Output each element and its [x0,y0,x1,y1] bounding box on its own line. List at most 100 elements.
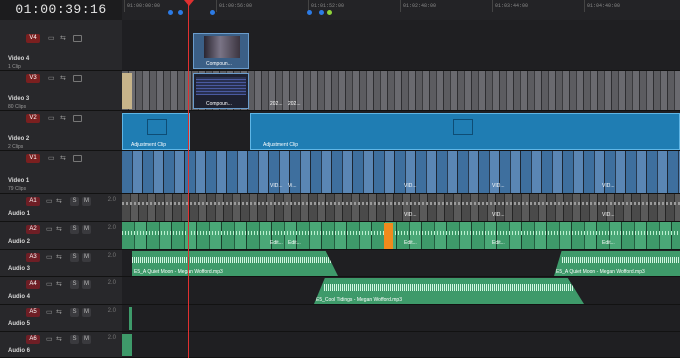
waveform [132,257,332,263]
track-badge[interactable]: A4 [26,280,40,289]
track-badge[interactable]: A5 [26,308,40,317]
lane-audio-1[interactable]: VID... VID... VID... [122,194,680,222]
timeline-marker-blue[interactable] [319,10,324,15]
track-badge[interactable]: V4 [26,34,40,43]
track-badge[interactable]: V2 [26,114,40,123]
solo-button[interactable]: S [70,335,79,344]
track-badge[interactable]: V1 [26,154,40,163]
track-header-video-3[interactable]: V3 ▭ ⇆ Video 3 80 Clips [0,71,122,111]
track-visibility-icon[interactable] [73,155,82,162]
solo-button[interactable]: S [70,197,79,206]
timeline-panel: 01:00:39:16 01:00:00:00 01:00:56:00 01:0… [0,0,680,358]
playhead[interactable] [188,0,189,358]
timeline-marker-green[interactable] [327,10,332,15]
clip-label: Compoun... [206,61,232,67]
lane-audio-6[interactable] [122,332,680,358]
solo-button[interactable]: S [70,253,79,262]
timeline-marker-blue[interactable] [210,10,215,15]
auto-select-icon[interactable]: ⇆ [60,154,66,163]
track-header-audio-3[interactable]: A3 ▭ ⇆ S M 2.0 Audio 3 [0,250,122,277]
audio-clip[interactable] [129,307,132,330]
lane-audio-4[interactable]: E5_Cool Tidings - Megan Wofford.mp3 [122,277,680,305]
auto-select-icon[interactable]: ⇆ [56,280,62,289]
timeline-marker-blue[interactable] [178,10,183,15]
timeline-ruler[interactable]: 01:00:00:00 01:00:56:00 01:01:52:00 01:0… [122,0,680,21]
music-clip[interactable]: E5_Cool Tidings - Megan Wofford.mp3 [314,278,584,304]
auto-select-icon[interactable]: ⇆ [56,335,62,344]
auto-select-icon[interactable]: ⇆ [60,114,66,123]
timeline-marker-blue[interactable] [307,10,312,15]
track-header-video-4[interactable]: V4 ▭ ⇆ Video 4 1 Clip [0,31,122,71]
track-name: Video 4 [8,56,30,62]
track-header-audio-2[interactable]: A2 ▭ ⇆ S M 2.0 Audio 2 [0,222,122,250]
auto-select-icon[interactable]: ⇆ [56,253,62,262]
lock-icon[interactable]: ▭ [46,335,53,344]
lock-icon[interactable]: ▭ [46,280,53,289]
lock-icon[interactable]: ▭ [48,34,55,43]
solo-button[interactable]: S [70,308,79,317]
track-badge[interactable]: A6 [26,335,40,344]
clip-label: 202... [270,101,283,107]
timeline-tracks[interactable]: Compoun... Compoun... 202... 202... Adju… [122,20,680,358]
track-header-audio-6[interactable]: A6 ▭ ⇆ S M 2.0 Audio 6 [0,332,122,358]
video-clip[interactable] [122,73,132,109]
track-header-audio-4[interactable]: A4 ▭ ⇆ S M 2.0 Audio 4 [0,277,122,305]
auto-select-icon[interactable]: ⇆ [60,34,66,43]
lane-audio-3[interactable]: E5_A Quiet Moon - Megan Wofford.mp3 E5_A… [122,250,680,277]
lock-icon[interactable]: ▭ [46,253,53,262]
current-timecode[interactable]: 01:00:39:16 [0,0,122,20]
lock-icon[interactable]: ▭ [48,114,55,123]
mute-button[interactable]: M [82,335,91,344]
track-badge[interactable]: A2 [26,225,40,234]
lock-icon[interactable]: ▭ [46,308,53,317]
track-visibility-icon[interactable] [73,115,82,122]
track-name: Audio 5 [8,321,30,327]
selected-audio-clip[interactable] [384,223,393,249]
track-visibility-icon[interactable] [73,75,82,82]
playhead-handle[interactable] [184,0,194,6]
track-name: Audio 1 [8,211,30,217]
auto-select-icon[interactable]: ⇆ [60,74,66,83]
auto-select-icon[interactable]: ⇆ [56,225,62,234]
lane-audio-2[interactable]: Edit... Edit... Edit... Edit... Edit... [122,222,680,250]
mute-button[interactable]: M [82,280,91,289]
track-visibility-icon[interactable] [73,35,82,42]
music-clip[interactable]: E5_A Quiet Moon - Megan Wofford.mp3 [132,251,338,276]
lock-icon[interactable]: ▭ [48,74,55,83]
timeline-marker-blue[interactable] [168,10,173,15]
solo-button[interactable]: S [70,280,79,289]
auto-select-icon[interactable]: ⇆ [56,308,62,317]
track-volume: 2.0 [107,308,116,314]
auto-select-icon[interactable]: ⇆ [56,197,62,206]
solo-button[interactable]: S [70,225,79,234]
music-clip[interactable]: E5_A Quiet Moon - Megan Wofford.mp3 [554,251,680,276]
lock-icon[interactable]: ▭ [46,197,53,206]
track-badge[interactable]: A1 [26,197,40,206]
lane-video-2[interactable]: Adjustment Clip Adjustment Clip [122,111,680,151]
track-header-video-2[interactable]: V2 ▭ ⇆ Video 2 2 Clips [0,111,122,151]
adjustment-clip[interactable]: Adjustment Clip [250,113,680,150]
track-header-audio-5[interactable]: A5 ▭ ⇆ S M 2.0 Audio 5 [0,305,122,332]
clip-label: VID... [602,183,615,189]
track-badge[interactable]: A3 [26,253,40,262]
adjustment-clip[interactable]: Adjustment Clip [122,113,190,150]
lane-video-3[interactable]: Compoun... 202... 202... [122,71,680,111]
track-clip-count: 79 Clips [8,186,27,192]
waveform [324,284,574,291]
compound-clip[interactable]: Compoun... [193,73,249,109]
lock-icon[interactable]: ▭ [46,225,53,234]
track-clip-count: 1 Clip [8,64,21,70]
compound-clip[interactable]: Compoun... [193,33,249,69]
mute-button[interactable]: M [82,225,91,234]
mute-button[interactable]: M [82,308,91,317]
lane-video-4[interactable]: Compoun... [122,31,680,71]
mute-button[interactable]: M [82,253,91,262]
audio-clip[interactable] [122,334,132,356]
lane-video-1[interactable]: VID... Vi... VID... VID... VID... [122,151,680,194]
track-header-video-1[interactable]: V1 ▭ ⇆ Video 1 79 Clips [0,151,122,194]
track-badge[interactable]: V3 [26,74,40,83]
lane-audio-5[interactable] [122,305,680,332]
lock-icon[interactable]: ▭ [48,154,55,163]
track-header-audio-1[interactable]: A1 ▭ ⇆ S M 2.0 Audio 1 [0,194,122,222]
mute-button[interactable]: M [82,197,91,206]
